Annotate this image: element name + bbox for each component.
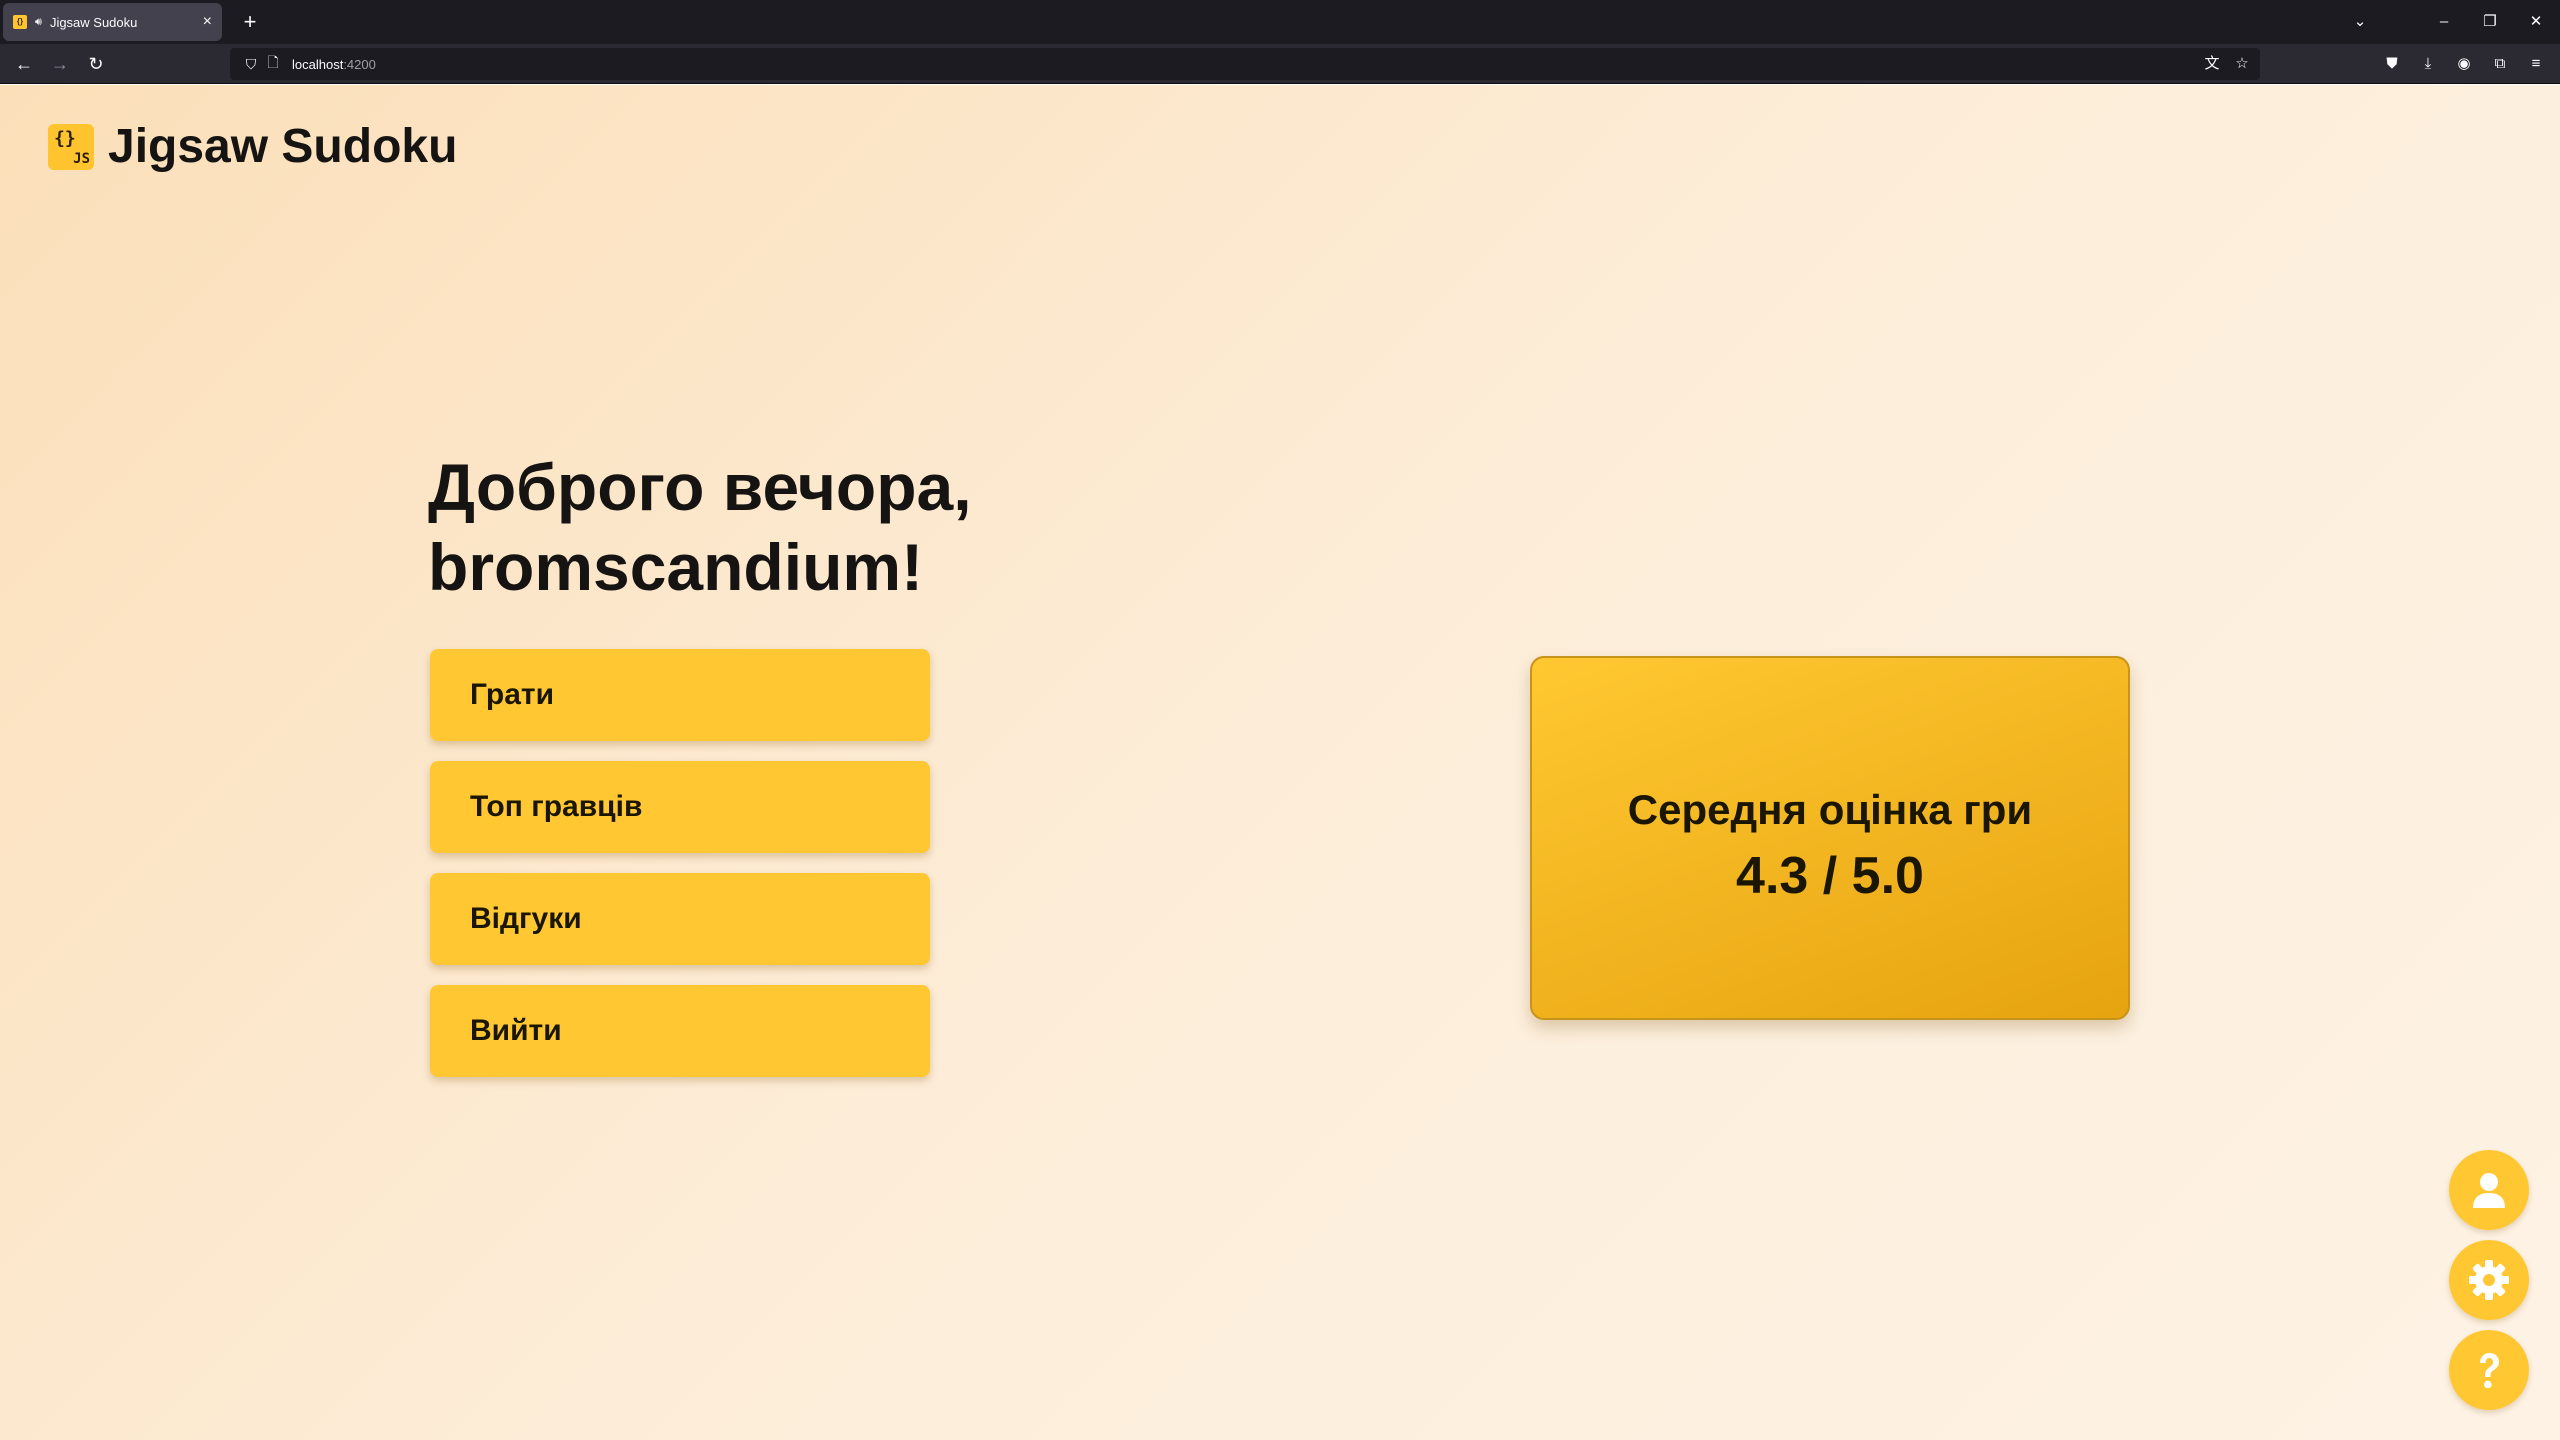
help-button[interactable] xyxy=(2449,1330,2529,1410)
greeting-heading: Доброго вечора, bromscandium! xyxy=(428,447,1128,607)
new-tab-button[interactable]: + xyxy=(236,8,264,36)
settings-icon xyxy=(2469,1260,2509,1300)
logout-button[interactable]: Вийти xyxy=(430,985,930,1077)
pocket-icon[interactable]: ⛊ xyxy=(2378,50,2406,78)
translate-icon[interactable]: 文 xyxy=(2198,50,2226,78)
page: {} JS Jigsaw Sudoku Доброго вечора, brom… xyxy=(0,85,2560,1440)
app-title: Jigsaw Sudoku xyxy=(108,120,458,173)
average-rating-card: Середня оцінка гри 4.3 / 5.0 xyxy=(1530,656,2130,1020)
rating-value: 4.3 / 5.0 xyxy=(1736,847,1924,905)
bookmark-star-icon[interactable]: ☆ xyxy=(2228,50,2256,78)
tab-title: Jigsaw Sudoku xyxy=(49,14,138,30)
restore-icon[interactable]: ❐ xyxy=(2476,8,2504,36)
browser-nav-bar: ← → ↻ ⛉ 🗋︎ localhost:4200 文 ☆ ⛊ ⤓ ◉ ⧉ ≡ xyxy=(0,44,2560,84)
profile-button[interactable] xyxy=(2449,1150,2529,1230)
extensions-icon[interactable]: ⧉ xyxy=(2486,50,2514,78)
window-close-icon[interactable]: ✕ xyxy=(2522,8,2550,36)
help-icon xyxy=(2480,1353,2499,1389)
forward-icon[interactable]: → xyxy=(46,50,74,78)
settings-button[interactable] xyxy=(2449,1240,2529,1320)
tab-favicon-icon: {} xyxy=(13,15,27,29)
page-icon: 🗋︎ xyxy=(267,54,279,70)
browser-tab-bar: {} 🔊︎ Jigsaw Sudoku × + ⌄ – ❐ ✕ xyxy=(0,0,2560,44)
url-bar[interactable]: ⛉ 🗋︎ localhost:4200 xyxy=(230,48,2260,80)
tab-close-icon[interactable]: × xyxy=(203,13,212,31)
greeting-line: Доброго вечора, xyxy=(428,450,972,524)
account-icon[interactable]: ◉ xyxy=(2450,50,2478,78)
menu-icon[interactable]: ≡ xyxy=(2522,50,2550,78)
logo-icon: {} JS xyxy=(48,123,94,170)
tracking-shield-icon[interactable]: ⛉ xyxy=(240,56,262,73)
profile-icon xyxy=(2473,1173,2505,1208)
back-icon[interactable]: ← xyxy=(10,50,38,78)
browser-tab[interactable]: {} 🔊︎ Jigsaw Sudoku × xyxy=(3,3,222,41)
speaker-icon[interactable]: 🔊︎ xyxy=(35,16,42,29)
minimize-icon[interactable]: – xyxy=(2430,8,2458,36)
app-logo[interactable]: {} JS Jigsaw Sudoku xyxy=(48,119,457,174)
url-text[interactable]: localhost:4200 xyxy=(292,57,376,72)
downloads-icon[interactable]: ⤓ xyxy=(2414,50,2442,78)
reload-icon[interactable]: ↻ xyxy=(82,50,110,78)
list-tabs-icon[interactable]: ⌄ xyxy=(2346,8,2374,36)
play-button[interactable]: Грати xyxy=(430,649,930,741)
rating-title: Середня оцінка гри xyxy=(1627,786,2033,833)
top-players-button[interactable]: Топ гравців xyxy=(430,761,930,853)
reviews-button[interactable]: Відгуки xyxy=(430,873,930,965)
username: bromscandium! xyxy=(428,530,924,604)
